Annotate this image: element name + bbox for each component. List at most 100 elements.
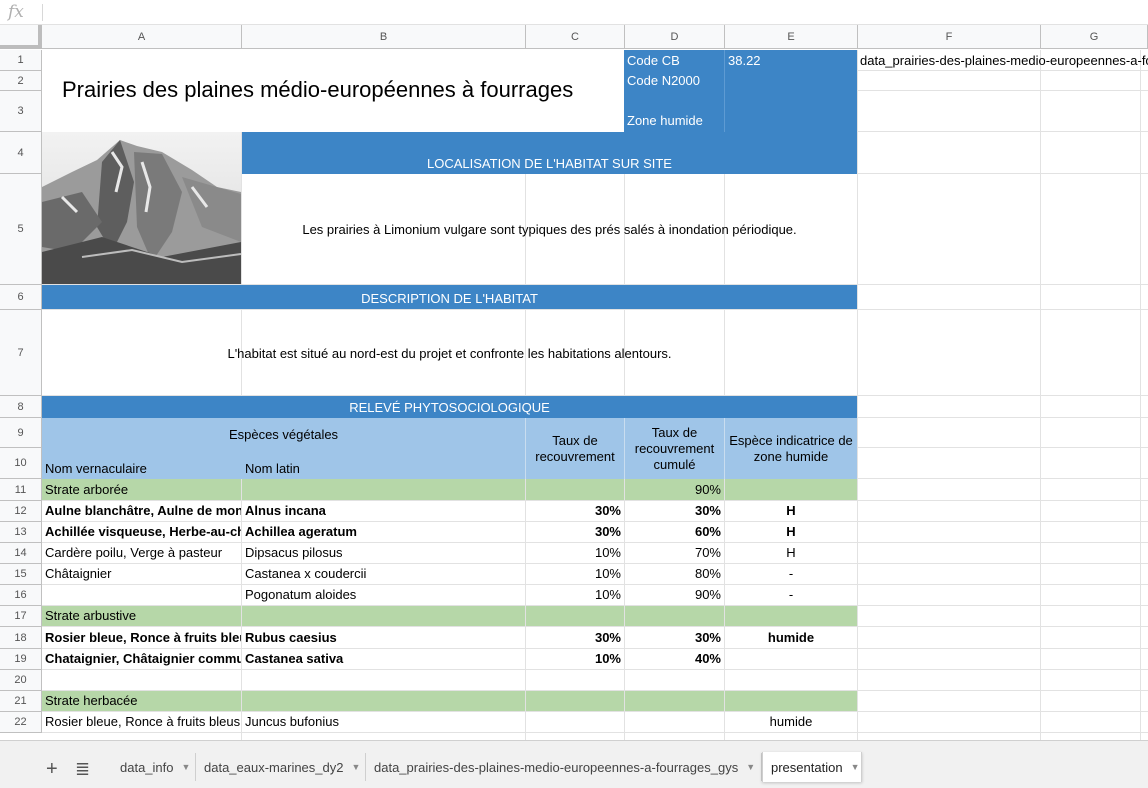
cell-e12[interactable]: H <box>725 501 857 521</box>
cell-c18[interactable]: 30% <box>526 627 624 648</box>
cell-c12[interactable]: 30% <box>526 501 624 521</box>
row-header-17[interactable]: 17 <box>0 606 42 627</box>
chevron-down-icon[interactable]: ▼ <box>182 762 191 772</box>
cell-e19[interactable] <box>725 649 857 669</box>
zone-humide-label[interactable]: Zone humide <box>624 111 724 131</box>
code-cb-label[interactable]: Code CB <box>624 50 724 71</box>
cell-c19[interactable]: 10% <box>526 649 624 669</box>
cell-e20[interactable] <box>725 670 857 690</box>
cell-d22[interactable] <box>625 712 724 732</box>
row-header-15[interactable]: 15 <box>0 564 42 585</box>
cell-a14[interactable]: Cardère poilu, Verge à pasteur <box>42 543 241 563</box>
cell-e11[interactable] <box>725 479 857 500</box>
cell-c21[interactable] <box>526 691 624 711</box>
cell-a20[interactable] <box>42 670 241 690</box>
cell-a21[interactable]: Strate herbacée <box>42 691 241 711</box>
cell-b17[interactable] <box>242 606 525 626</box>
description-text[interactable]: L'habitat est situé au nord-est du proje… <box>42 310 857 396</box>
cell-b22[interactable]: Juncus bufonius <box>242 712 525 732</box>
row-header-13[interactable]: 13 <box>0 522 42 543</box>
cell-d19[interactable]: 40% <box>625 649 724 669</box>
cell-d12[interactable]: 30% <box>625 501 724 521</box>
row-header-6[interactable]: 6 <box>0 285 42 310</box>
cell-d16[interactable]: 90% <box>625 585 724 605</box>
column-header-e[interactable]: E <box>725 25 858 49</box>
cell-a17[interactable]: Strate arbustive <box>42 606 241 626</box>
row-header-1[interactable]: 1 <box>0 50 42 71</box>
all-sheets-icon[interactable]: ≣ <box>75 759 90 779</box>
row-header-12[interactable]: 12 <box>0 501 42 522</box>
nom-latin-header[interactable]: Nom latin <box>242 448 525 479</box>
cell-e15[interactable]: - <box>725 564 857 584</box>
cell-e21[interactable] <box>725 691 857 711</box>
row-header-16[interactable]: 16 <box>0 585 42 606</box>
row-header-14[interactable]: 14 <box>0 543 42 564</box>
spreadsheet-grid[interactable]: ABCDEFG 1 2 3 4 5 6 7 8 9 10 11 12 13 14 15 16 17 18 19 20 2… <box>0 25 1148 740</box>
cell-b14[interactable]: Dipsacus pilosus <box>242 543 525 563</box>
sheet-tab-1[interactable]: data_eaux-marines_dy2 ▼ <box>196 753 366 781</box>
cell-e18[interactable]: humide <box>725 627 857 648</box>
row-header-4[interactable]: 4 <box>0 132 42 174</box>
cell-a15[interactable]: Châtaignier <box>42 564 241 584</box>
cell-b13[interactable]: Achillea ageratum <box>242 522 525 542</box>
add-sheet-icon[interactable]: + <box>46 759 58 779</box>
cell-e17[interactable] <box>725 606 857 626</box>
row-header-11[interactable]: 11 <box>0 479 42 501</box>
cell-c14[interactable]: 10% <box>526 543 624 563</box>
cell-c22[interactable] <box>526 712 624 732</box>
cell-a16[interactable] <box>42 585 241 605</box>
cell-b16[interactable]: Pogonatum aloides <box>242 585 525 605</box>
sheet-tab-presentation[interactable]: presentation ▼ <box>762 752 862 782</box>
row-header-22[interactable]: 22 <box>0 712 42 733</box>
row-header-19[interactable]: 19 <box>0 649 42 670</box>
column-header-d[interactable]: D <box>625 25 725 49</box>
cell-b12[interactable]: Alnus incana <box>242 501 525 521</box>
column-header-c[interactable]: C <box>526 25 625 49</box>
cell-e22[interactable]: humide <box>725 712 857 732</box>
releve-title[interactable]: RELEVÉ PHYTOSOCIOLOGIQUE <box>42 396 857 418</box>
cell-d14[interactable]: 70% <box>625 543 724 563</box>
indicatrice-header[interactable]: Espèce indicatrice de zone humide <box>725 418 857 479</box>
habitat-title[interactable]: Prairies des plaines médio-européennes à… <box>42 50 624 132</box>
select-all-corner[interactable] <box>0 25 42 49</box>
description-title[interactable]: DESCRIPTION DE L'HABITAT <box>42 285 857 309</box>
row-header-2[interactable]: 2 <box>0 71 42 91</box>
cell-d21[interactable] <box>625 691 724 711</box>
row-header-21[interactable]: 21 <box>0 691 42 712</box>
cell-c15[interactable]: 10% <box>526 564 624 584</box>
cell-a18[interactable]: Rosier bleue, Ronce à fruits bleus <box>42 627 241 648</box>
cell-a12[interactable]: Aulne blanchâtre, Aulne de montagne <box>42 501 241 521</box>
column-header-f[interactable]: F <box>858 25 1041 49</box>
cell-c20[interactable] <box>526 670 624 690</box>
cell-d18[interactable]: 30% <box>625 627 724 648</box>
formula-bar[interactable]: fx <box>0 0 1148 25</box>
cell-e14[interactable]: H <box>725 543 857 563</box>
row-header-8[interactable]: 8 <box>0 396 42 418</box>
sheet-tab-2[interactable]: data_prairies-des-plaines-medio-europeen… <box>366 753 762 781</box>
localisation-text[interactable]: Les prairies à Limonium vulgare sont typ… <box>242 174 857 284</box>
cell-c11[interactable] <box>526 479 624 500</box>
row-header-18[interactable]: 18 <box>0 627 42 649</box>
cell-b20[interactable] <box>242 670 525 690</box>
taux-recouvrement-header[interactable]: Taux de recouvrement <box>526 418 624 479</box>
especes-vegetales-header[interactable]: Espèces végétales <box>42 418 525 448</box>
column-header-g[interactable]: G <box>1041 25 1148 49</box>
sheet-tab-0[interactable]: data_info ▼ <box>112 753 196 781</box>
cell-c16[interactable]: 10% <box>526 585 624 605</box>
chevron-down-icon[interactable]: ▼ <box>351 762 360 772</box>
cell-e16[interactable]: - <box>725 585 857 605</box>
cell-f1[interactable]: data_prairies-des-plaines-medio-europeen… <box>857 50 1148 71</box>
cell-c17[interactable] <box>526 606 624 626</box>
cell-b21[interactable] <box>242 691 525 711</box>
row-header-5[interactable]: 5 <box>0 174 42 285</box>
row-header-10[interactable]: 10 <box>0 448 42 479</box>
code-cb-value[interactable]: 38.22 <box>725 50 857 71</box>
cell-a11[interactable]: Strate arborée <box>42 479 241 500</box>
row-header-9[interactable]: 9 <box>0 418 42 448</box>
column-header-b[interactable]: B <box>242 25 526 49</box>
taux-cumule-header[interactable]: Taux de recouvrement cumulé <box>625 418 724 479</box>
cell-a22[interactable]: Rosier bleue, Ronce à fruits bleus, <box>42 712 241 732</box>
cell-d11[interactable]: 90% <box>625 479 724 500</box>
column-header-a[interactable]: A <box>42 25 242 49</box>
nom-vernaculaire-header[interactable]: Nom vernaculaire <box>42 448 241 479</box>
